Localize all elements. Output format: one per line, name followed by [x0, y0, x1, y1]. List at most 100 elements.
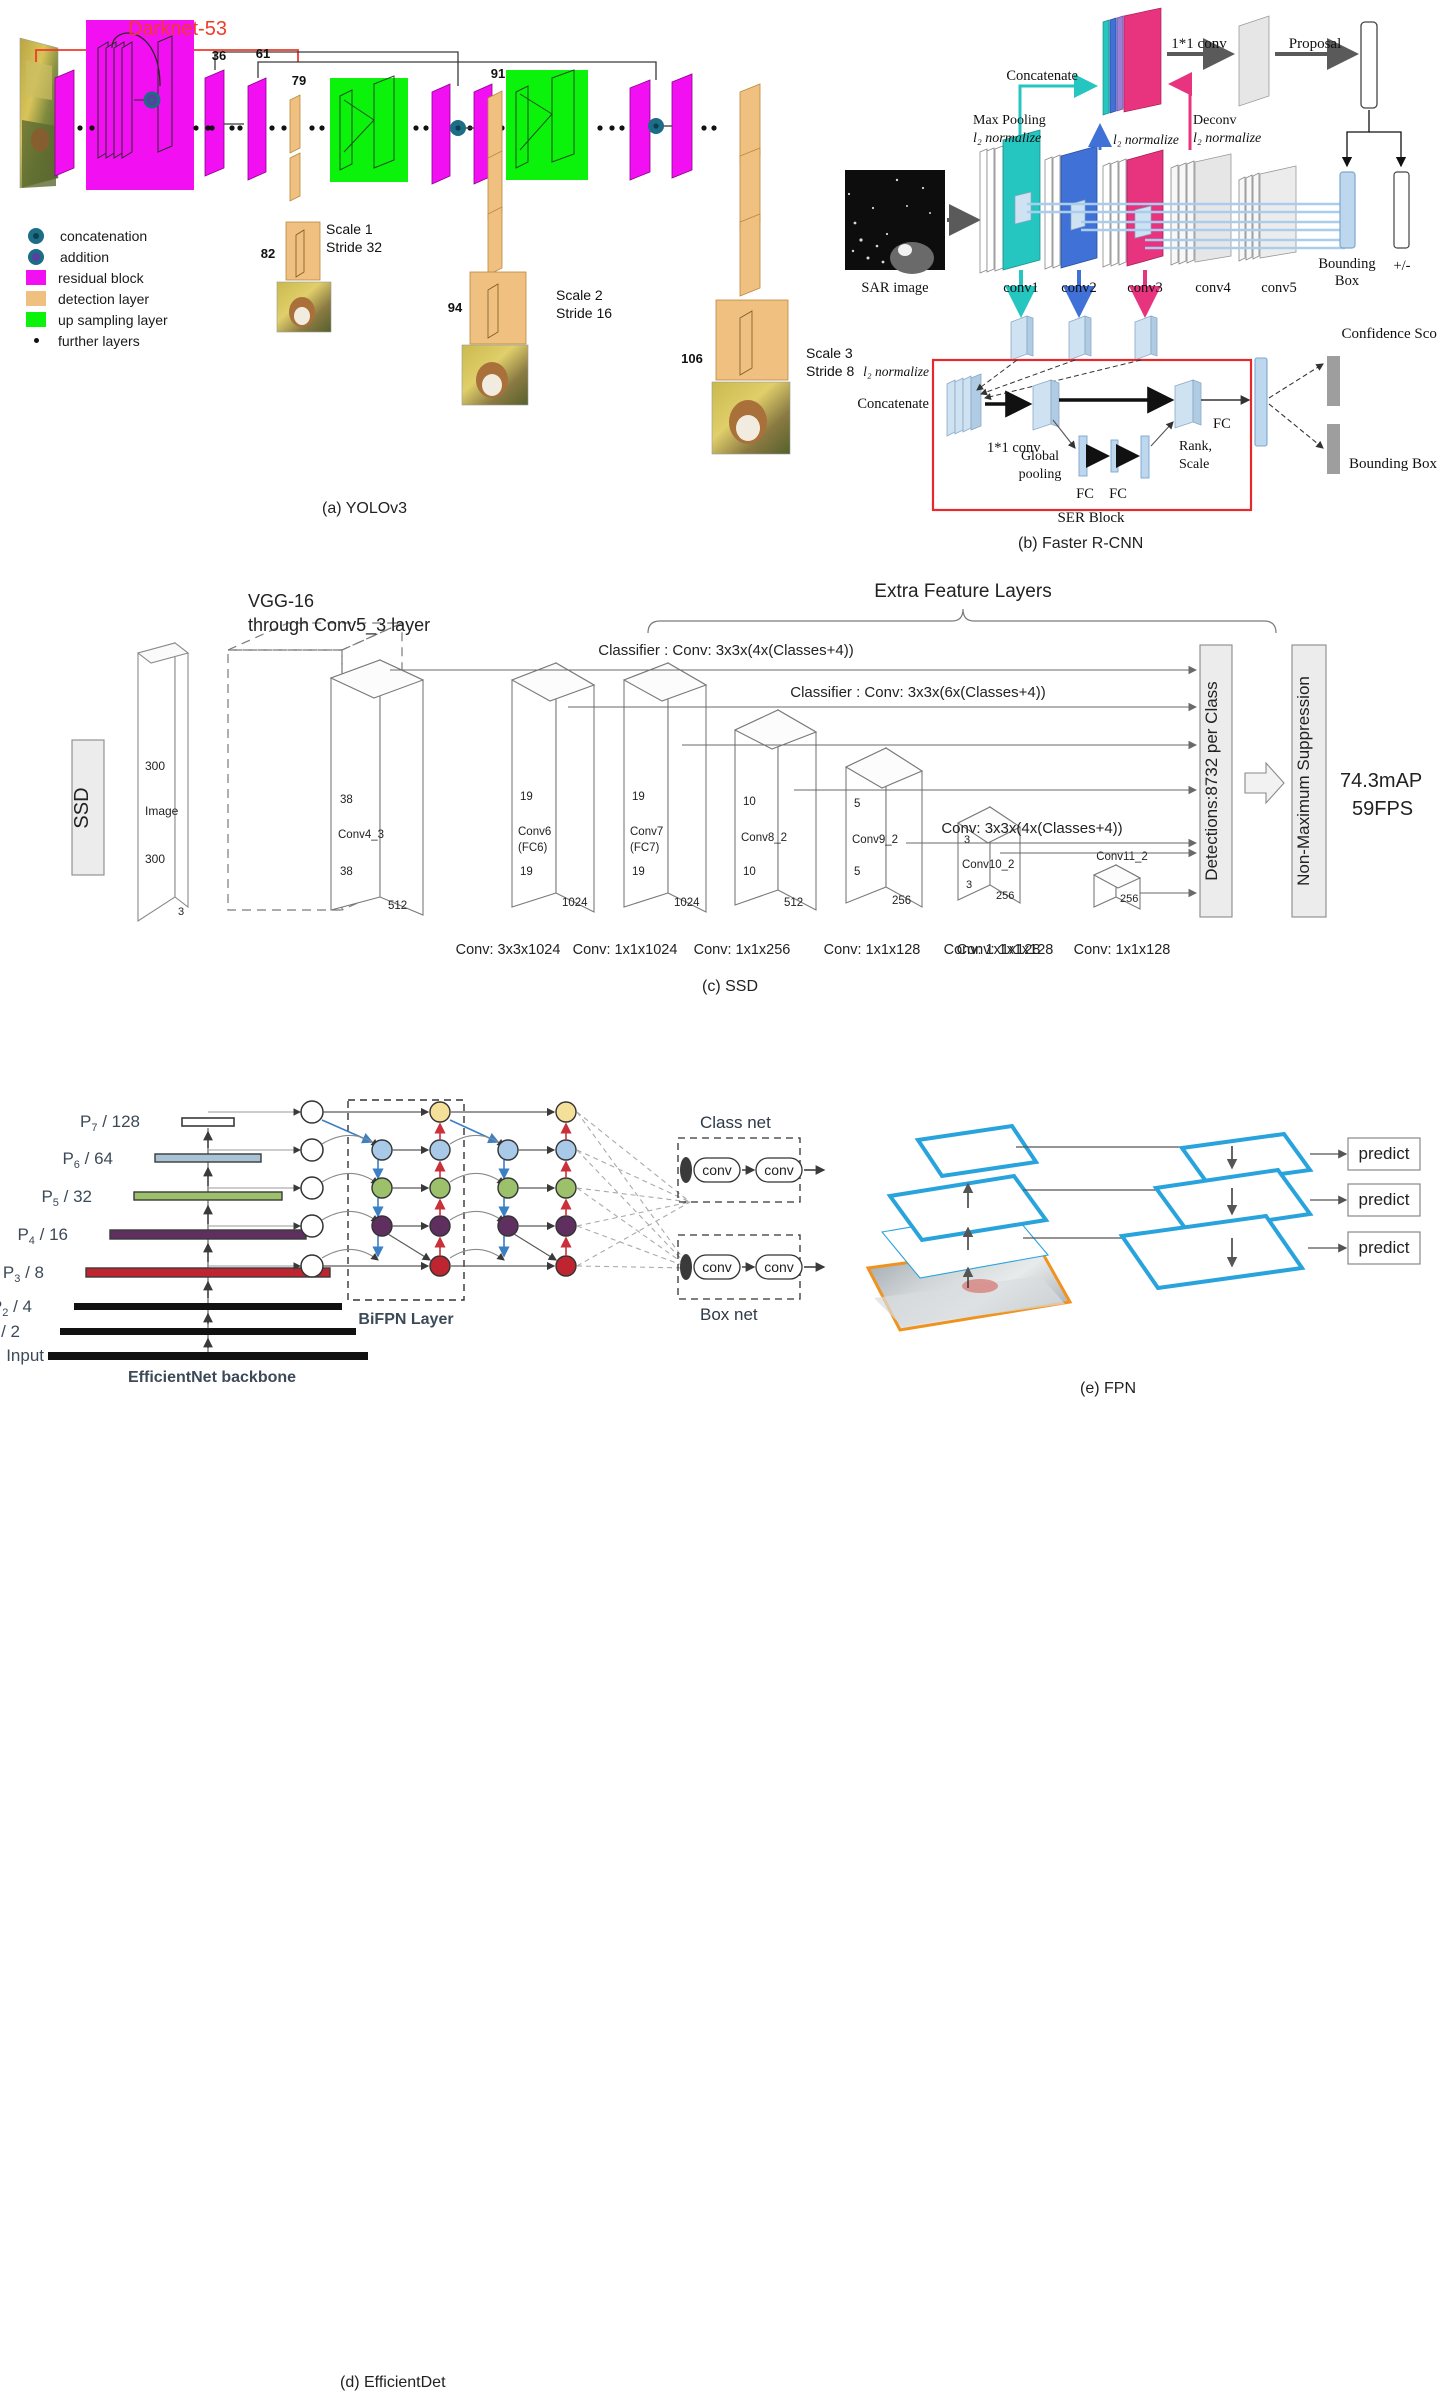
panel-yolov3: Darknet-53 36 61 79 82 91 94 106 Scale 1…: [0, 0, 854, 540]
svg-text:Input: Input: [6, 1346, 44, 1365]
conv6-name-line1: Conv6: [518, 826, 551, 838]
bounding-box-label-line1: Bounding: [1318, 256, 1375, 272]
roi-feature-blocks: [1010, 315, 1158, 361]
conv11_2-conv-label: Conv: 1x1x128: [1074, 942, 1171, 958]
conv7-conv-label: Conv: 1x1x256: [694, 942, 791, 958]
conv4_3-h-top: 38: [340, 794, 353, 806]
legend-item: concatenation: [20, 225, 260, 246]
conv6-name-line2: (FC6): [518, 842, 548, 854]
fc-label-1: FC: [1076, 486, 1094, 502]
conv6-depth: 1024: [562, 897, 588, 909]
conv1-label: conv1: [1003, 280, 1038, 296]
bifpn-intermediate-nodes-2: [497, 1139, 519, 1237]
ssd-block-conv8_2: [733, 709, 818, 911]
yolov3-scale1-output-image: [276, 281, 332, 333]
svg-text:P2 / 4: P2 / 4: [0, 1297, 32, 1319]
ser-l2-normalize-label: l₂ normalize: [863, 364, 929, 379]
scale2-name: Scale 2: [556, 287, 603, 303]
yolov3-scale1-branch: [285, 94, 321, 281]
conv7-name-line2: (FC7): [630, 842, 660, 854]
conv5-block: [1238, 165, 1297, 262]
conv10_2-conv-label: Conv: 1x1x128: [957, 942, 1054, 958]
detections-label: Detections:8732 per Class: [1202, 681, 1221, 880]
box-net-input-node: [680, 1254, 692, 1280]
scale-label: Scale: [1179, 457, 1209, 472]
svg-text:P5 / 32: P5 / 32: [41, 1187, 92, 1209]
scale2-stride: Stride 16: [556, 305, 612, 321]
bifpn-to-heads-links: [576, 1111, 691, 1269]
yolov3-layer-number: 94: [448, 300, 463, 315]
fpn-bottom-up-pyramid: [865, 1123, 1073, 1332]
legend-item: residual block: [20, 267, 260, 288]
legend-label: further layers: [58, 332, 140, 349]
bifpn-input-nodes: [300, 1100, 324, 1278]
conv8_2-depth: 512: [784, 897, 803, 909]
yolov3-scale2-output-image: [461, 344, 529, 406]
conv7-h-top: 19: [632, 791, 645, 803]
ssd-metric-map: 74.3mAP: [1340, 770, 1422, 792]
scale1-name: Scale 1: [326, 221, 373, 237]
svg-text:P1 / 2: P1 / 2: [0, 1322, 20, 1344]
yolov3-layer-number: 106: [681, 351, 703, 366]
conv4_3-depth: 512: [388, 900, 407, 912]
conv8_2-name: Conv8_2: [741, 832, 787, 844]
panel-caption-e: (e) FPN: [1080, 1380, 1136, 1397]
panel-efficientdet: P7 / 128 P6 / 64 P5 / 32 P4 / 16 P3 / 8 …: [0, 1080, 860, 2391]
yolov3-layer-number: 79: [292, 73, 306, 88]
legend-item: addition: [20, 246, 260, 267]
bifpn-intermediate-nodes-1: [371, 1139, 393, 1237]
conv7-depth: 1024: [674, 897, 700, 909]
ssd-input-middle-label: Image: [145, 804, 179, 818]
conv8_2-conv-label: Conv: 1x1x128: [824, 942, 921, 958]
yolov3-scale3-branch: [715, 83, 789, 381]
bifpn-skip-curves-1: [321, 1134, 379, 1261]
box-net-conv1-label: conv: [702, 1259, 732, 1275]
swatch-icon: [26, 312, 46, 327]
bounding-box-label-line2: Box: [1335, 273, 1360, 289]
fpn-predict-label-3: predict: [1358, 1238, 1409, 1257]
legend-label: residual block: [58, 269, 144, 286]
legend-item: up sampling layer: [20, 309, 260, 330]
class-net-conv1-label: conv: [702, 1162, 732, 1178]
legend-label: detection layer: [58, 290, 150, 307]
bounding-box-output-label: Bounding Box: [1349, 456, 1437, 472]
ssd-input-top-label: 300: [145, 759, 165, 773]
panel-ssd: SSD 300 Image 300 3 VGG-16 through Conv5…: [0, 575, 1437, 1005]
yolov3-scale3-output-image: [711, 381, 791, 455]
panel-caption-b: (b) Faster R-CNN: [1018, 535, 1144, 552]
box-net-conv2-label: conv: [764, 1259, 794, 1275]
addition-node-icon: [28, 248, 44, 265]
svg-text:P6 / 64: P6 / 64: [62, 1149, 113, 1171]
to-nms-arrow: [1244, 761, 1285, 805]
rpn-1x1-conv-label: 1*1 conv: [1171, 36, 1227, 52]
legend-label: concatenation: [60, 227, 148, 244]
l2-normalize-label-3: l₂ normalize: [1193, 131, 1261, 146]
yolov3-input-image: [19, 37, 59, 189]
conv6-conv-label: Conv: 1x1x1024: [573, 942, 678, 958]
ser-concat-stack: [946, 373, 982, 437]
yolov3-layer-number: 91: [491, 66, 505, 81]
conv10_2-h-bottom: 3: [966, 879, 972, 891]
conv3-block: [1102, 149, 1164, 268]
panel-caption-c: (c) SSD: [702, 978, 758, 995]
rank-scale-arrow: [1150, 421, 1174, 447]
vgg16-title-line1: VGG-16: [248, 591, 314, 611]
conv11_2-depth: 256: [1120, 893, 1138, 905]
legend-label: up sampling layer: [58, 311, 168, 328]
proposal-split-wires: [1341, 110, 1407, 168]
darknet53-title: Darknet-53: [128, 18, 227, 40]
concatenate-label: Concatenate: [1006, 68, 1078, 84]
class-net-label: Class net: [700, 1113, 771, 1132]
conv6-h-bottom: 19: [520, 866, 533, 878]
conv2-block: [1044, 145, 1098, 270]
fpn-predict-label-1: predict: [1358, 1144, 1409, 1163]
deconv-label: Deconv: [1193, 113, 1237, 128]
concat-node-icon: [28, 227, 44, 244]
conv8_2-h-top: 10: [743, 796, 756, 808]
conv4_3-conv-label: Conv: 3x3x1024: [456, 942, 561, 958]
fpn-diagram: predict predict predict: [865, 1123, 1421, 1332]
concatenate-stack: [1102, 7, 1162, 116]
legend-item: detection layer: [20, 288, 260, 309]
fpn-top-down-pyramid: [1118, 1131, 1314, 1291]
swatch-icon: [26, 291, 46, 306]
